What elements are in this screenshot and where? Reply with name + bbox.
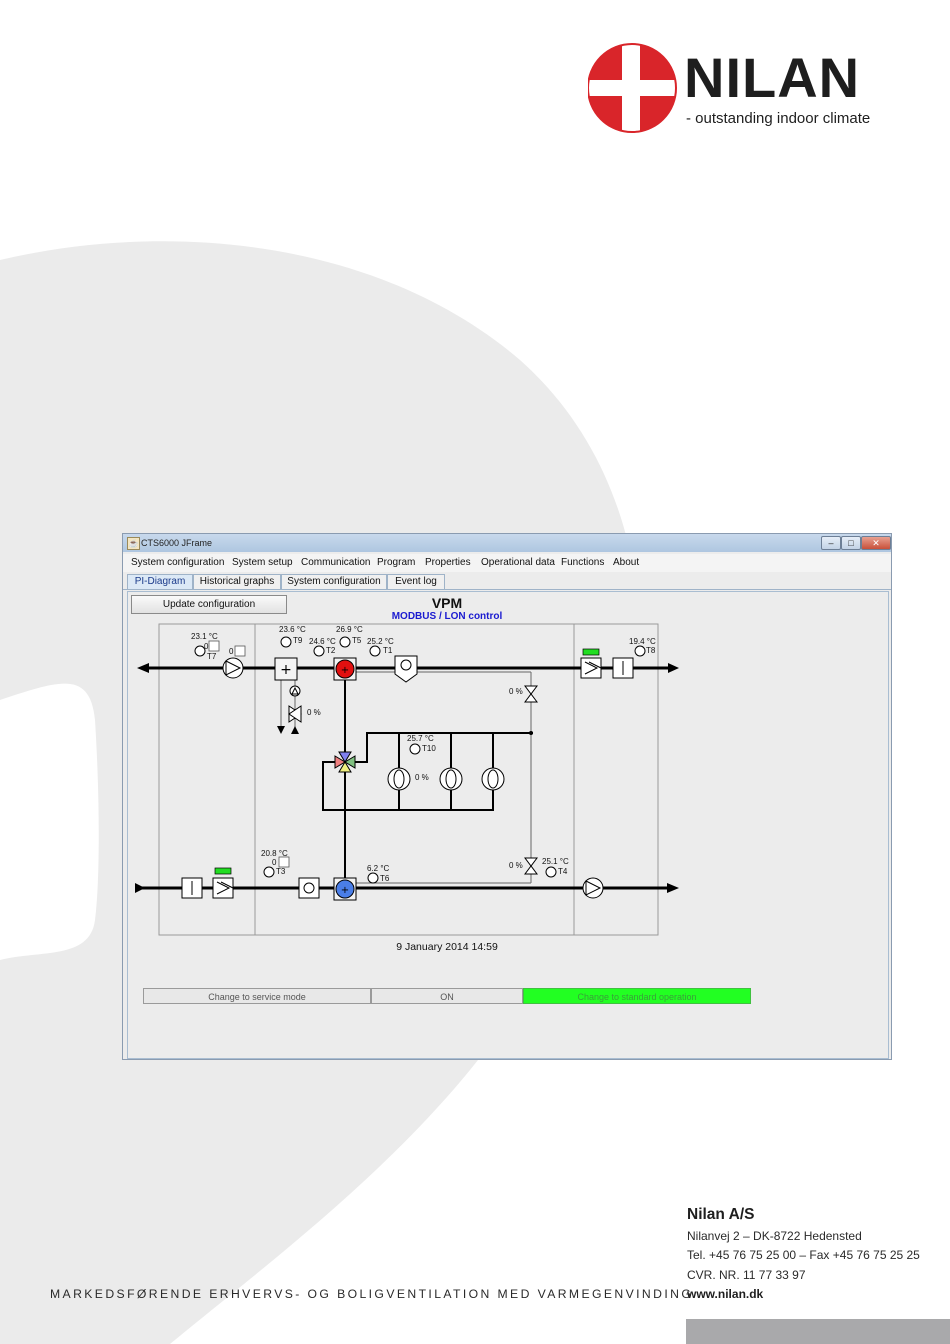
sensor-t10-value: 25.7 °C bbox=[407, 734, 434, 743]
expansion-valve-lower bbox=[524, 857, 538, 875]
expansion-valve-upper bbox=[524, 685, 538, 703]
fan-speed-extract-value: 0 bbox=[229, 647, 234, 656]
diagram-timestamp: 9 January 2014 14:59 bbox=[396, 941, 498, 953]
drain-arrow-icon bbox=[277, 726, 285, 734]
compressor-percent: 0 % bbox=[415, 773, 429, 782]
compressor-2 bbox=[439, 767, 463, 791]
sensor-t4 bbox=[545, 866, 557, 878]
sensor-t5-id: T5 bbox=[352, 636, 362, 645]
fan-speed-t7-value: 0 bbox=[204, 642, 209, 651]
company-website[interactable]: www.nilan.dk bbox=[687, 1287, 763, 1301]
lower-valve-percent: 0 % bbox=[509, 861, 523, 870]
sensor-t8 bbox=[634, 645, 646, 657]
sensor-t1-id: T1 bbox=[383, 646, 393, 655]
fan-speed-box-supply bbox=[278, 856, 290, 868]
extract-filter bbox=[580, 648, 602, 679]
brand-name: NILAN bbox=[684, 46, 861, 109]
sensor-t2 bbox=[313, 645, 325, 657]
pump-icon bbox=[289, 685, 301, 697]
extract-damper bbox=[612, 657, 634, 679]
brand-tagline: - outstanding indoor climate bbox=[686, 110, 871, 127]
footer-slogan: MARKEDSFØRENDE ERHVERVS- OG BOLIGVENTILA… bbox=[50, 1287, 694, 1301]
fan-speed-box-t7 bbox=[208, 640, 220, 652]
sensor-t10-id: T10 bbox=[422, 744, 436, 753]
outdoor-inlet-arrow-icon bbox=[135, 883, 145, 893]
condenser-coil: + bbox=[274, 657, 298, 681]
sensor-t3-value: 20.8 °C bbox=[261, 849, 288, 858]
compressor-1 bbox=[387, 767, 411, 791]
sensor-t4-value: 25.1 °C bbox=[542, 857, 569, 866]
on-state-indicator[interactable]: ON bbox=[371, 988, 523, 1004]
sensor-t8-value: 19.4 °C bbox=[629, 637, 656, 646]
upper-valve-percent: 0 % bbox=[509, 687, 523, 696]
outdoor-filter bbox=[212, 867, 234, 899]
sensor-t3 bbox=[263, 866, 275, 878]
svg-text:+: + bbox=[280, 662, 292, 678]
supply-arrow-icon bbox=[667, 883, 679, 893]
sensor-t4-id: T4 bbox=[558, 867, 568, 876]
svg-text:+: + bbox=[341, 885, 349, 896]
hot-water-tank bbox=[394, 655, 418, 683]
sensor-t1 bbox=[369, 645, 381, 657]
sensor-t9 bbox=[280, 636, 292, 648]
app-window: ☕ CTS6000 JFrame – □ ✕ System configurat… bbox=[122, 533, 892, 1060]
sensor-t5-value: 26.9 °C bbox=[336, 625, 363, 634]
compressor-3 bbox=[481, 767, 505, 791]
supply-fan bbox=[582, 877, 604, 899]
company-cvr: CVR. NR. 11 77 33 97 bbox=[687, 1268, 806, 1282]
sensor-t8-id: T8 bbox=[646, 646, 656, 655]
standard-operation-button[interactable]: Change to standard operation bbox=[523, 988, 751, 1004]
exhaust-fan bbox=[222, 657, 244, 679]
sensor-t6 bbox=[367, 872, 379, 884]
sensor-t10 bbox=[409, 743, 421, 755]
evaporator-coil-blue: + bbox=[333, 877, 357, 901]
sensor-t3-id: T3 bbox=[276, 867, 286, 876]
sensor-t7-value: 23.1 °C bbox=[191, 632, 218, 641]
company-phone: Tel. +45 76 75 25 00 – Fax +45 76 75 25 … bbox=[687, 1248, 920, 1262]
sensor-t1-value: 25.2 °C bbox=[367, 637, 394, 646]
sensor-t2-id: T2 bbox=[326, 646, 336, 655]
sensor-t7-id: T7 bbox=[207, 652, 217, 661]
footer-gray-bar bbox=[686, 1319, 950, 1344]
pi-diagram: + + + bbox=[135, 623, 679, 936]
sensor-t2-value: 24.6 °C bbox=[309, 637, 336, 646]
sensor-t9-value: 23.6 °C bbox=[279, 625, 306, 634]
bypass-damper bbox=[298, 877, 320, 899]
extract-inlet-arrow-icon bbox=[668, 663, 679, 673]
service-mode-button[interactable]: Change to service mode bbox=[143, 988, 371, 1004]
fan-speed-supply-value: 0 bbox=[272, 858, 277, 867]
svg-text:+: + bbox=[341, 665, 349, 676]
sensor-t5 bbox=[339, 636, 351, 648]
outdoor-damper bbox=[181, 877, 203, 899]
sensor-t9-id: T9 bbox=[293, 636, 303, 645]
company-name: Nilan A/S bbox=[687, 1206, 755, 1223]
sensor-t6-id: T6 bbox=[380, 874, 390, 883]
drain-inlet-arrow-icon bbox=[291, 726, 299, 734]
drain-valve-percent: 0 % bbox=[307, 708, 321, 717]
fan-speed-box-extract bbox=[234, 645, 246, 657]
exhaust-arrow-icon bbox=[137, 663, 149, 673]
sensor-t6-value: 6.2 °C bbox=[367, 864, 390, 873]
four-way-valve-icon bbox=[334, 751, 356, 773]
company-address: Nilanvej 2 – DK-8722 Hedensted bbox=[687, 1229, 862, 1243]
reheat-coil-red: + bbox=[333, 657, 357, 681]
